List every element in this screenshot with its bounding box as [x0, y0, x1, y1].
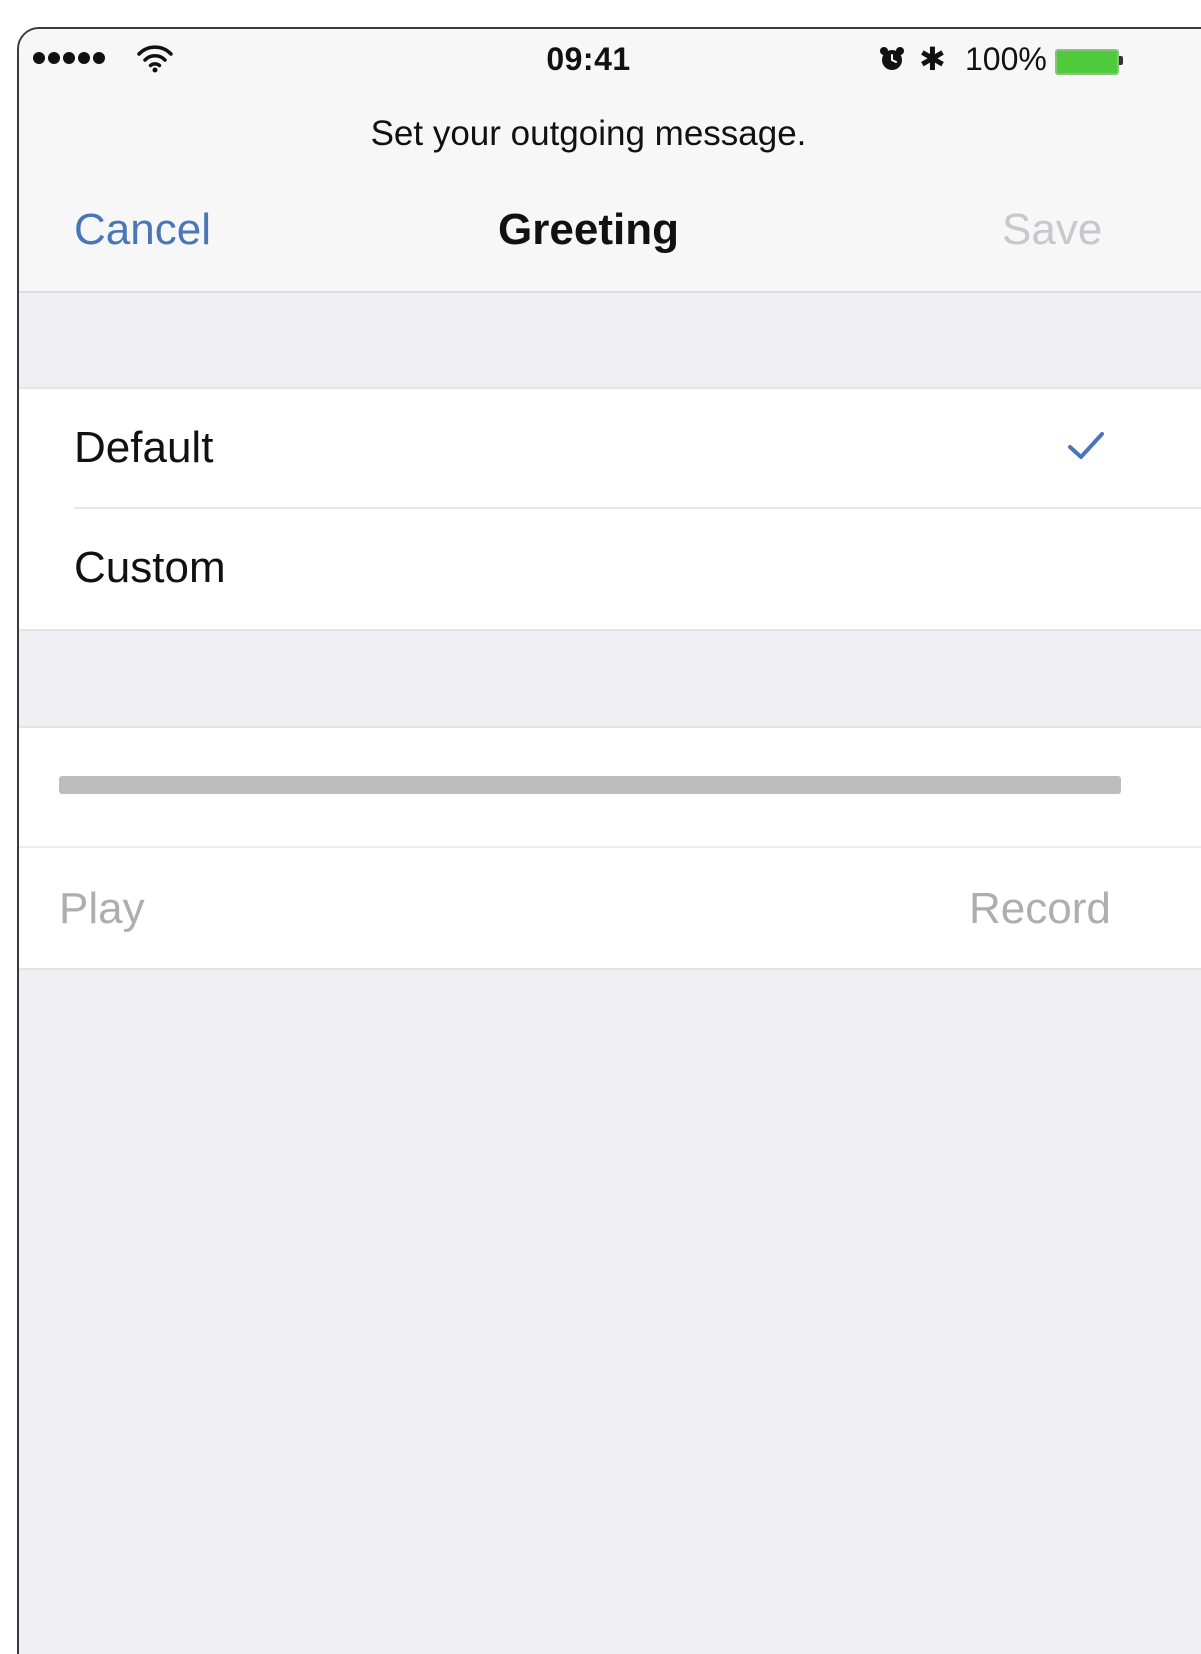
phone-screen: 09:41 ✱ 100% Set your outgoing message. …: [17, 27, 1201, 1654]
player-divider: [19, 846, 1201, 848]
battery-icon: [1055, 49, 1119, 75]
battery-tip: [1119, 56, 1123, 65]
alarm-icon: [880, 47, 904, 70]
record-button[interactable]: Record: [969, 884, 1111, 934]
option-default[interactable]: Default: [19, 389, 1201, 509]
battery-percent: 100%: [965, 41, 1047, 77]
greeting-player: Play Record: [19, 726, 1201, 970]
option-custom-label: Custom: [74, 543, 226, 592]
navigation-header: 09:41 ✱ 100% Set your outgoing message. …: [19, 29, 1201, 293]
greeting-options-list: Default Custom: [19, 387, 1201, 631]
save-button[interactable]: Save: [1002, 205, 1102, 255]
option-custom[interactable]: Custom: [19, 509, 1201, 629]
checkmark-icon: [1068, 432, 1104, 459]
page-title: Greeting: [498, 205, 679, 254]
header-prompt: Set your outgoing message.: [370, 114, 807, 153]
option-default-label: Default: [74, 423, 214, 472]
bluetooth-icon: ✱: [919, 40, 946, 78]
page: 09:41 ✱ 100% Set your outgoing message. …: [0, 0, 1201, 1654]
playback-progress-bar[interactable]: [59, 776, 1121, 794]
status-bar: 09:41 ✱ 100%: [19, 29, 1201, 89]
play-button[interactable]: Play: [59, 884, 145, 934]
